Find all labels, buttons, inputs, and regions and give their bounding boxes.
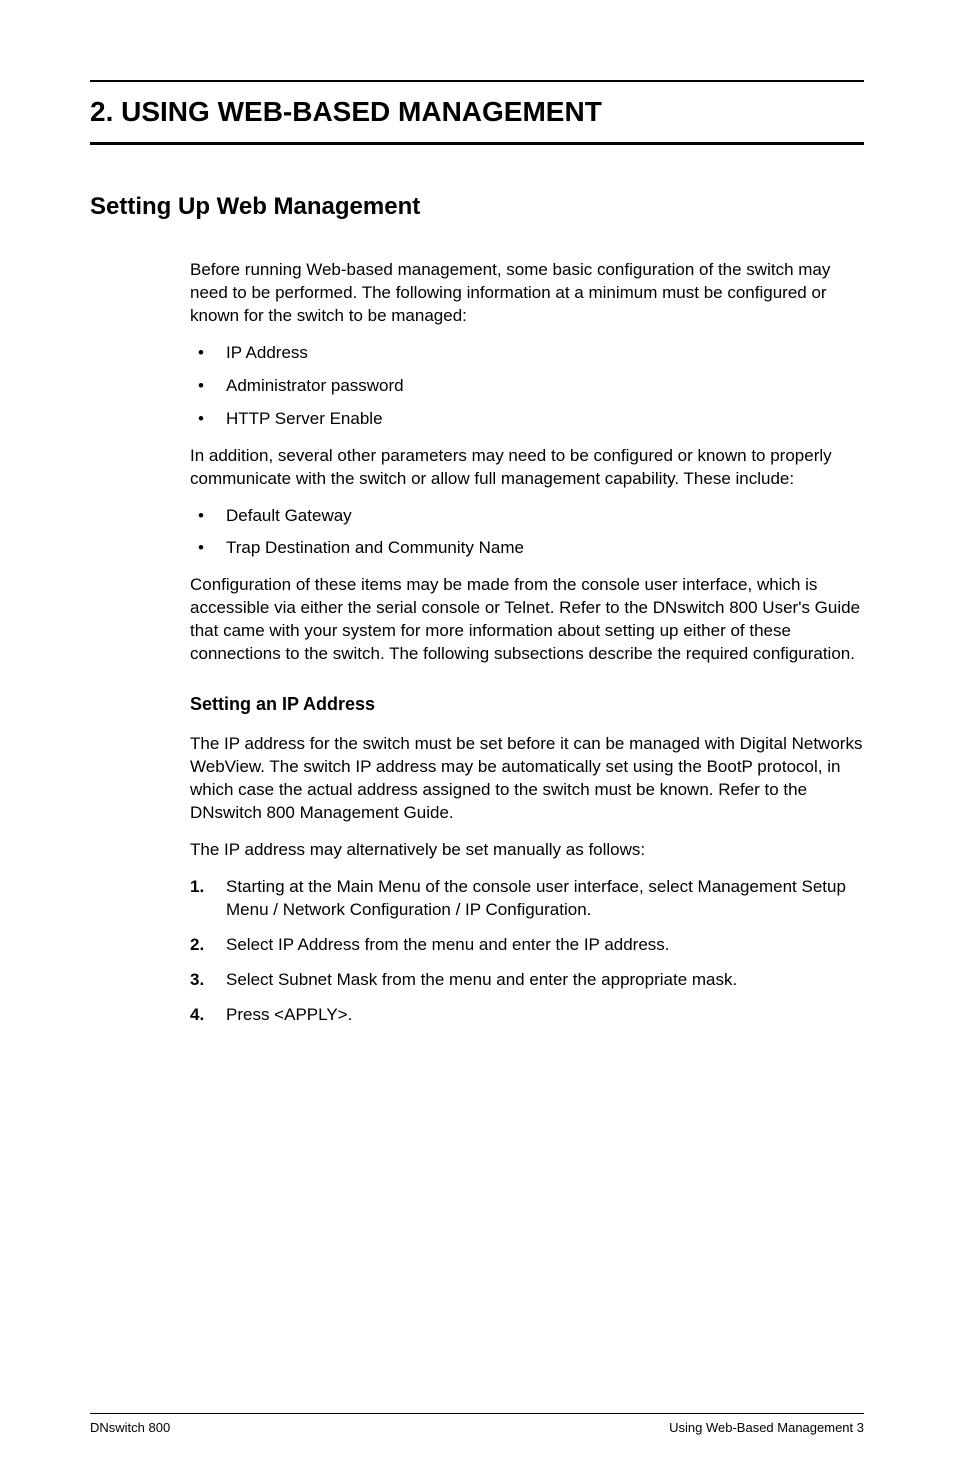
page-footer: DNswitch 800 Using Web-Based Management … [90,1413,864,1435]
list-item: Starting at the Main Menu of the console… [190,876,864,922]
subsection-title: Setting an IP Address [190,694,864,715]
footer-right: Using Web-Based Management 3 [669,1420,864,1435]
ip-paragraph-2: The IP address may alternatively be set … [190,839,864,862]
list-item: Select IP Address from the menu and ente… [190,934,864,957]
list-item: Administrator password [190,375,864,398]
list-item: IP Address [190,342,864,365]
list-item: Press <APPLY>. [190,1004,864,1027]
ip-paragraph-1: The IP address for the switch must be se… [190,733,864,825]
intro-paragraph: Before running Web-based management, som… [190,259,864,328]
additional-config-list: Default Gateway Trap Destination and Com… [190,505,864,561]
config-note-paragraph: Configuration of these items may be made… [190,574,864,666]
list-item: Default Gateway [190,505,864,528]
list-item: Trap Destination and Community Name [190,537,864,560]
list-item: Select Subnet Mask from the menu and ent… [190,969,864,992]
section-title: Setting Up Web Management [90,193,864,221]
content-block: Before running Web-based management, som… [190,259,864,1027]
list-item: HTTP Server Enable [190,408,864,431]
footer-left: DNswitch 800 [90,1420,170,1435]
additional-paragraph: In addition, several other parameters ma… [190,445,864,491]
steps-list: Starting at the Main Menu of the console… [190,876,864,1027]
chapter-title: 2. USING WEB-BASED MANAGEMENT [90,80,864,145]
minimum-config-list: IP Address Administrator password HTTP S… [190,342,864,431]
